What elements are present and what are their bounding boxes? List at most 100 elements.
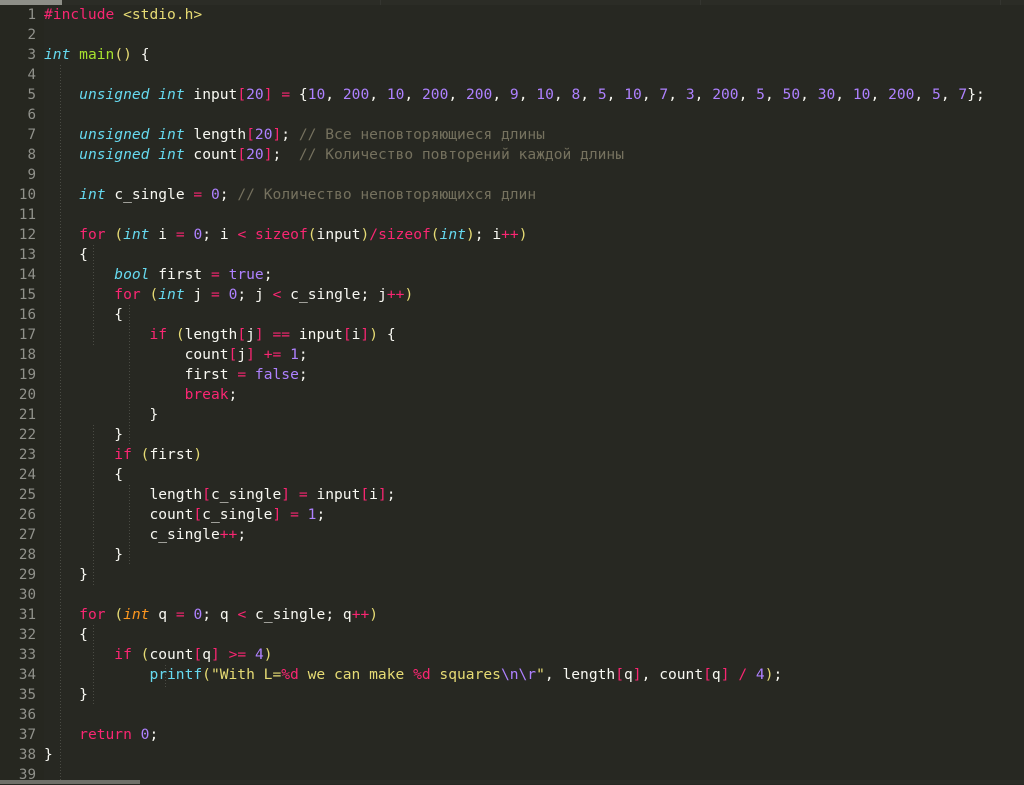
code-line-text[interactable]: for (int i = 0; i < sizeof(input)/sizeof… [44,225,528,245]
code-line-row[interactable]: 23 if (first) [0,445,1024,465]
line-number: 3 [0,45,36,65]
line-number: 5 [0,85,36,105]
code-line-row[interactable]: 4 [0,65,1024,85]
code-line-text[interactable]: c_single++; [44,525,246,545]
line-number: 24 [0,465,36,485]
code-line-row[interactable]: 13 { [0,245,1024,265]
line-number: 11 [0,205,36,225]
code-line-text[interactable]: } [44,745,53,765]
code-line-text[interactable]: break; [44,385,237,405]
code-line-text[interactable]: for (int j = 0; j < c_single; j++) [44,285,413,305]
code-line-row[interactable]: 2 [0,25,1024,45]
line-number: 6 [0,105,36,125]
code-line-row[interactable]: 9 [0,165,1024,185]
code-line-text[interactable]: if (first) [44,445,202,465]
line-number: 16 [0,305,36,325]
code-line-row[interactable]: 33 if (count[q] >= 4) [0,645,1024,665]
line-number: 4 [0,65,36,85]
code-line-text[interactable]: } [44,425,123,445]
line-number: 31 [0,605,36,625]
code-line-text[interactable]: } [44,405,158,425]
code-line-row[interactable]: 30 [0,585,1024,605]
line-number: 8 [0,145,36,165]
code-line-row[interactable]: 1 #include <stdio.h> [0,5,1024,25]
line-number: 23 [0,445,36,465]
code-line-text[interactable]: { [44,625,88,645]
code-line-row[interactable]: 27 c_single++; [0,525,1024,545]
code-line-text[interactable]: length[c_single] = input[i]; [44,485,396,505]
code-line-text[interactable]: #include <stdio.h> [44,5,202,25]
code-line-text[interactable]: unsigned int input[20] = {10, 200, 10, 2… [44,85,985,105]
code-line-row[interactable]: 5 unsigned int input[20] = {10, 200, 10,… [0,85,1024,105]
code-line-row[interactable]: 37 return 0; [0,725,1024,745]
line-number: 20 [0,385,36,405]
code-line-text[interactable]: if (length[j] == input[i]) { [44,325,396,345]
code-line-text[interactable]: count[c_single] = 1; [44,505,325,525]
code-line-row[interactable]: 6 [0,105,1024,125]
line-number: 7 [0,125,36,145]
code-line-row[interactable]: 26 count[c_single] = 1; [0,505,1024,525]
line-number: 26 [0,505,36,525]
line-number: 27 [0,525,36,545]
code-line-row[interactable]: 12 for (int i = 0; i < sizeof(input)/siz… [0,225,1024,245]
horizontal-scrollbar-bottom[interactable] [0,780,1024,784]
code-line-text[interactable]: unsigned int length[20]; // Все неповтор… [44,125,545,145]
code-line-text[interactable]: bool first = true; [44,265,273,285]
horizontal-scroll-thumb-bottom[interactable] [0,780,140,784]
code-line-row[interactable]: 25 length[c_single] = input[i]; [0,485,1024,505]
code-line-row[interactable]: 14 bool first = true; [0,265,1024,285]
code-line-row[interactable]: 38} [0,745,1024,765]
code-line-row[interactable]: 22 } [0,425,1024,445]
line-number: 30 [0,585,36,605]
line-number: 1 [0,5,36,25]
line-number: 29 [0,565,36,585]
code-line-text[interactable]: } [44,545,123,565]
code-line-text[interactable]: return 0; [44,725,158,745]
code-line-text[interactable]: { [44,465,123,485]
code-line-text[interactable]: int main() { [44,45,150,65]
code-line-row[interactable]: 19 first = false; [0,365,1024,385]
code-line-text[interactable]: { [44,245,88,265]
line-number: 25 [0,485,36,505]
line-number: 19 [0,365,36,385]
code-line-row[interactable]: 3 int main() { [0,45,1024,65]
code-line-text[interactable]: unsigned int count[20]; // Количество по… [44,145,624,165]
code-line-row[interactable]: 21 } [0,405,1024,425]
line-number: 35 [0,685,36,705]
code-line-text[interactable]: if (count[q] >= 4) [44,645,273,665]
code-editor[interactable]: 1 #include <stdio.h> 23 int main() { 45 unsi… [0,5,1024,780]
line-number: 38 [0,745,36,765]
line-number: 36 [0,705,36,725]
line-number: 22 [0,425,36,445]
code-line-row[interactable]: 35 } [0,685,1024,705]
code-line-text[interactable]: first = false; [44,365,308,385]
line-number: 14 [0,265,36,285]
code-line-text[interactable]: { [44,305,123,325]
code-line-row[interactable]: 24 { [0,465,1024,485]
line-number: 10 [0,185,36,205]
code-line-text[interactable]: } [44,685,88,705]
code-line-row[interactable]: 17 if (length[j] == input[i]) { [0,325,1024,345]
code-line-text[interactable]: int c_single = 0; // Количество неповтор… [44,185,536,205]
code-line-row[interactable]: 28 } [0,545,1024,565]
code-line-row[interactable]: 31 for (int q = 0; q < c_single; q++) [0,605,1024,625]
code-line-row[interactable]: 20 break; [0,385,1024,405]
line-number: 9 [0,165,36,185]
code-line-row[interactable]: 15 for (int j = 0; j < c_single; j++) [0,285,1024,305]
code-line-row[interactable]: 8 unsigned int count[20]; // Количество … [0,145,1024,165]
code-line-row[interactable]: 32 { [0,625,1024,645]
line-number: 2 [0,25,36,45]
code-line-row[interactable]: 11 [0,205,1024,225]
code-line-row[interactable]: 16 { [0,305,1024,325]
code-line-text[interactable]: for (int q = 0; q < c_single; q++) [44,605,378,625]
code-line-row[interactable]: 34 printf("With L=%d we can make %d squa… [0,665,1024,685]
code-line-row[interactable]: 36 [0,705,1024,725]
code-line-text[interactable]: printf("With L=%d we can make %d squares… [44,665,782,685]
code-line-text[interactable]: } [44,565,88,585]
code-line-row[interactable]: 10 int c_single = 0; // Количество непов… [0,185,1024,205]
code-line-row[interactable]: 7 unsigned int length[20]; // Все неповт… [0,125,1024,145]
line-number: 21 [0,405,36,425]
code-line-row[interactable]: 29 } [0,565,1024,585]
code-line-text[interactable]: count[j] += 1; [44,345,308,365]
code-line-row[interactable]: 18 count[j] += 1; [0,345,1024,365]
